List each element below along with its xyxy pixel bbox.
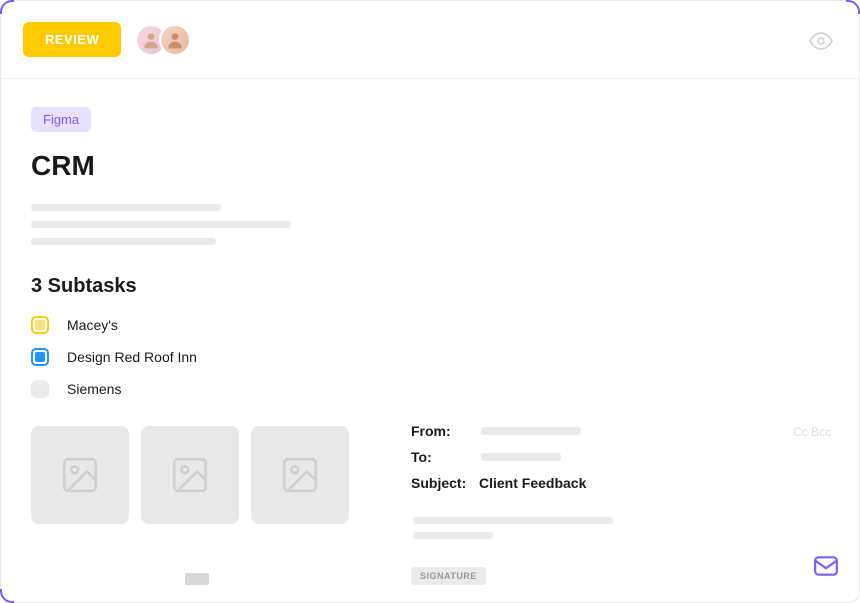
person-icon [141,30,161,50]
subtask-label: Macey's [67,317,118,333]
to-value-placeholder[interactable] [481,453,561,461]
subtask-item[interactable]: Siemens [31,380,829,398]
subject-label: Subject: [411,475,471,491]
email-to-row: To: [411,449,841,465]
to-label: To: [411,449,471,465]
avatar[interactable] [159,24,191,56]
image-icon [279,454,321,496]
header-bar: REVIEW [1,1,859,79]
email-body-placeholder[interactable] [413,517,841,539]
image-icon [169,454,211,496]
person-icon [165,30,185,50]
cc-bcc-toggle[interactable]: Cc Bcc [793,425,831,439]
subtasks-heading: 3 Subtasks [31,275,829,298]
email-compose-panel: Cc Bcc From: To: Subject: Client Feedbac… [411,423,841,585]
email-from-row: From: [411,423,841,439]
category-tag[interactable]: Figma [31,107,91,132]
assignee-avatars [135,24,191,56]
subject-value[interactable]: Client Feedback [479,475,586,491]
subtask-label: Design Red Roof Inn [67,349,197,365]
from-value-placeholder[interactable] [481,427,581,435]
bottom-placeholder [185,573,209,585]
visibility-icon[interactable] [809,29,833,58]
subtask-checkbox[interactable] [31,348,49,366]
image-icon [59,454,101,496]
review-button[interactable]: REVIEW [23,22,121,57]
subtask-label: Siemens [67,381,121,397]
subtask-checkbox[interactable] [31,316,49,334]
email-subject-row: Subject: Client Feedback [411,475,841,491]
attachment-thumb[interactable] [251,426,349,524]
signature-chip[interactable]: SIGNATURE [411,567,486,585]
attachment-thumb[interactable] [31,426,129,524]
subtask-item[interactable]: Design Red Roof Inn [31,348,829,366]
mail-icon[interactable] [813,553,839,584]
attachment-thumb[interactable] [141,426,239,524]
task-title: CRM [31,150,829,182]
subtask-checkbox[interactable] [31,380,49,398]
subtask-item[interactable]: Macey's [31,316,829,334]
description-placeholder [31,204,829,245]
from-label: From: [411,423,471,439]
